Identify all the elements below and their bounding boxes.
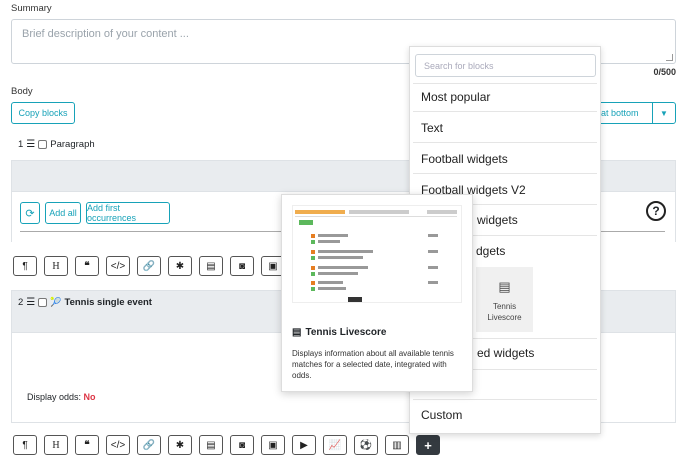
category-tennis-widgets-partial[interactable]: dgets	[476, 244, 505, 258]
add-all-button[interactable]: Add all	[45, 202, 81, 224]
block2-header: 2 ☰ 🎾 Tennis single event	[18, 297, 152, 308]
block-toolbar-1: ¶ H ❝ </> 🔗 ✱ ▤ ◙ ▣	[13, 256, 285, 276]
separator	[413, 83, 597, 84]
add-first-occurrences-button[interactable]: Add first occurrences	[86, 202, 170, 224]
summary-placeholder: Brief description of your content ...	[22, 28, 189, 40]
display-odds: Display odds: No	[27, 392, 96, 402]
heading-icon[interactable]: H	[44, 256, 68, 276]
bar-chart-icon: ▤	[498, 279, 511, 294]
code-icon[interactable]: </>	[106, 435, 130, 455]
summary-label: Summary	[11, 3, 52, 14]
caret-down-icon: ▼	[660, 108, 668, 118]
block-toolbar-2: ¶ H ❝ </> 🔗 ✱ ▤ ◙ ▣ ▶ 📈 ⚽ ▥ +	[13, 435, 440, 455]
display-odds-label: Display odds:	[27, 392, 82, 402]
link-icon[interactable]: 🔗	[137, 435, 161, 455]
summary-counter: 0/500	[653, 67, 676, 77]
drag-handle-icon[interactable]: ☰	[26, 139, 35, 150]
category-football-widgets[interactable]: Football widgets	[421, 152, 508, 166]
play-icon[interactable]: ▶	[292, 435, 316, 455]
body-label: Body	[11, 86, 33, 97]
link-icon[interactable]: 🔗	[137, 256, 161, 276]
drag-handle-icon[interactable]: ☰	[26, 297, 35, 308]
separator	[413, 111, 597, 112]
asterisk-icon[interactable]: ✱	[168, 256, 192, 276]
block2-number: 2	[18, 297, 24, 308]
separator	[413, 142, 597, 143]
popup-title: Tennis Livescore	[305, 327, 387, 338]
block-search-input[interactable]: Search for blocks	[415, 54, 596, 77]
popup-description: Displays information about all available…	[292, 349, 454, 380]
camera-icon[interactable]: ◙	[230, 435, 254, 455]
category-custom[interactable]: Custom	[421, 408, 462, 422]
refresh-icon: ⟳	[25, 207, 35, 220]
image-icon[interactable]: ▣	[261, 435, 285, 455]
popup-title-row: ▤ Tennis Livescore	[292, 327, 386, 338]
quote-icon[interactable]: ❝	[75, 435, 99, 455]
category-widgets-partial-2[interactable]: ed widgets	[477, 346, 534, 360]
separator	[413, 399, 597, 400]
quote-icon[interactable]: ❝	[75, 256, 99, 276]
football-icon[interactable]: ⚽	[354, 435, 378, 455]
code-icon[interactable]: </>	[106, 256, 130, 276]
block-preview-popup: ▤ Tennis Livescore Displays information …	[281, 194, 473, 392]
line-chart-icon[interactable]: 📈	[323, 435, 347, 455]
tennis-icon: 🎾	[50, 297, 62, 307]
heading-icon[interactable]: H	[44, 435, 68, 455]
block1-checkbox[interactable]	[38, 140, 48, 149]
block1-header: 1 ☰ Paragraph	[18, 139, 95, 150]
search-placeholder: Search for blocks	[424, 61, 494, 71]
document-icon[interactable]: ▤	[199, 435, 223, 455]
bar-chart-icon: ▤	[292, 327, 302, 338]
tile-label: Tennis Livescore	[487, 302, 522, 322]
separator	[413, 173, 597, 174]
block2-checkbox[interactable]	[38, 298, 48, 307]
insert-dropdown-toggle[interactable]: ▼	[652, 102, 676, 124]
category-widgets-partial[interactable]: widgets	[477, 213, 518, 227]
paragraph-icon[interactable]: ¶	[13, 435, 37, 455]
block2-title: Tennis single event	[64, 297, 152, 308]
tennis-livescore-tile[interactable]: ▤ Tennis Livescore	[476, 267, 533, 332]
category-text[interactable]: Text	[421, 121, 443, 135]
bar-chart-icon[interactable]: ▥	[385, 435, 409, 455]
display-odds-value: No	[83, 392, 96, 402]
paragraph-icon[interactable]: ¶	[13, 256, 37, 276]
insert-at-bottom-button[interactable]: at bottom	[598, 102, 653, 124]
preview-graphic	[295, 210, 457, 302]
copy-blocks-button[interactable]: Copy blocks	[11, 102, 75, 124]
category-most-popular[interactable]: Most popular	[421, 90, 490, 104]
help-icon[interactable]: ?	[646, 201, 666, 221]
document-icon[interactable]: ▤	[199, 256, 223, 276]
refresh-button[interactable]: ⟳	[20, 202, 40, 224]
plus-icon[interactable]: +	[416, 435, 440, 455]
asterisk-icon[interactable]: ✱	[168, 435, 192, 455]
block1-type: Paragraph	[50, 139, 95, 150]
camera-icon[interactable]: ◙	[230, 256, 254, 276]
block1-number: 1	[18, 139, 24, 150]
widget-preview-image	[292, 205, 462, 303]
